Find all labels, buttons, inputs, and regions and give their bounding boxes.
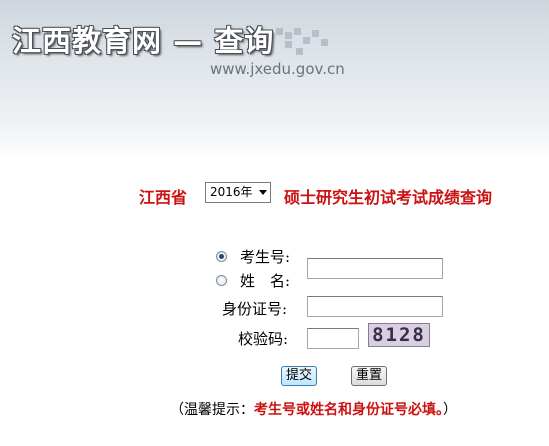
province-label: 江西省 bbox=[139, 188, 188, 207]
captcha-image[interactable]: 8128 bbox=[368, 323, 430, 347]
year-select[interactable]: 2016年 bbox=[205, 182, 271, 203]
name-radio[interactable] bbox=[216, 275, 227, 286]
page-header: 江西教育网 — 查询 www.jxedu.gov.cn bbox=[0, 0, 549, 162]
hint-suffix: ） bbox=[443, 402, 457, 418]
chevron-down-icon bbox=[259, 190, 267, 195]
submit-button[interactable]: 提交 bbox=[281, 366, 318, 386]
exam-no-input[interactable] bbox=[307, 258, 443, 279]
id-input[interactable] bbox=[307, 296, 443, 317]
hint-text: （温馨提示：考生号或姓名和身份证号必填。） bbox=[170, 399, 457, 419]
name-label: 姓 名: bbox=[240, 272, 291, 290]
reset-button[interactable]: 重置 bbox=[351, 366, 388, 386]
id-label: 身份证号: bbox=[222, 300, 288, 318]
exam-no-label: 考生号: bbox=[240, 248, 291, 266]
site-url: www.jxedu.gov.cn bbox=[210, 60, 345, 78]
captcha-label: 校验码: bbox=[238, 330, 289, 348]
exam-no-radio[interactable] bbox=[216, 251, 227, 262]
year-selected-value: 2016年 bbox=[210, 185, 253, 199]
query-title: 硕士研究生初试考试成绩查询 bbox=[284, 188, 493, 207]
site-title: 江西教育网 — 查询 bbox=[12, 24, 275, 58]
hint-emphasis: 考生号或姓名和身份证号必填。 bbox=[254, 402, 443, 418]
hint-prefix: （温馨提示： bbox=[170, 402, 254, 418]
captcha-input[interactable] bbox=[307, 328, 359, 349]
